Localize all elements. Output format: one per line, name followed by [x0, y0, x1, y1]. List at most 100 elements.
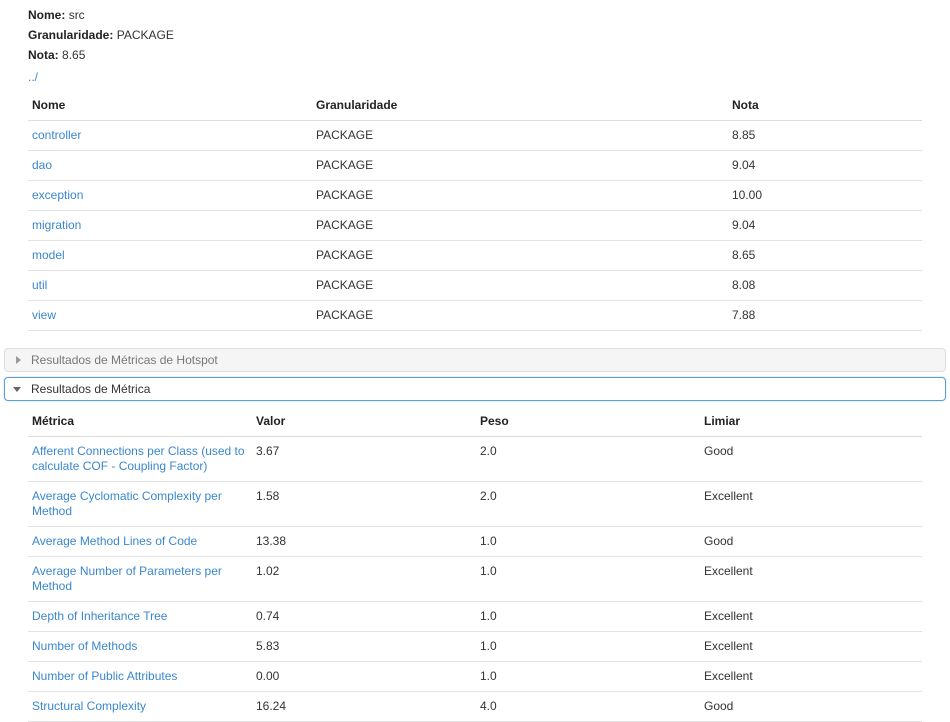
files-table-container: Nome Granularidade Nota controller PACKA… [28, 95, 922, 331]
files-cell-nota: 9.04 [728, 210, 922, 241]
summary-value-nota: 8.65 [62, 48, 86, 62]
metrics-cell-valor: 0.00 [252, 661, 476, 692]
metrics-cell-peso: 1.0 [476, 601, 700, 632]
parent-directory-link[interactable]: ../ [28, 69, 38, 85]
summary-value-granularidade: PACKAGE [116, 28, 174, 42]
metric-results-panel-title: Resultados de Métrica [31, 382, 151, 396]
triangle-down-icon [13, 384, 23, 394]
metrics-cell-valor: 0.74 [252, 601, 476, 632]
metrics-table-body: Afferent Connections per Class (used to … [28, 436, 922, 722]
table-row: Depth of Inheritance Tree 0.74 1.0 Excel… [28, 601, 922, 632]
package-link[interactable]: util [32, 278, 47, 292]
hotspot-metrics-panel-title: Resultados de Métricas de Hotspot [31, 353, 218, 367]
files-cell-nota: 7.88 [728, 300, 922, 331]
results-accordion: Resultados de Métricas de Hotspot Result… [4, 348, 946, 401]
package-link[interactable]: exception [32, 188, 83, 202]
status-badge: Excellent [700, 601, 922, 632]
status-badge: Excellent [700, 661, 922, 692]
files-col-header-granularidade: Granularidade [312, 95, 728, 121]
files-table-header-row: Nome Granularidade Nota [28, 95, 922, 121]
files-cell-nota: 10.00 [728, 180, 922, 211]
metrics-cell-metrica: Average Method Lines of Code [28, 526, 252, 557]
files-cell-nota: 8.65 [728, 240, 922, 271]
table-row: Average Method Lines of Code 13.38 1.0 G… [28, 526, 922, 557]
metric-link[interactable]: Structural Complexity [32, 699, 146, 713]
files-cell-nome: exception [28, 180, 312, 211]
table-row: dao PACKAGE 9.04 [28, 150, 922, 181]
files-cell-nome: dao [28, 150, 312, 181]
metrics-cell-peso: 2.0 [476, 436, 700, 482]
package-link[interactable]: dao [32, 158, 52, 172]
metric-link[interactable]: Number of Public Attributes [32, 669, 177, 683]
metrics-cell-valor: 1.58 [252, 481, 476, 527]
package-link[interactable]: view [32, 308, 56, 322]
table-row: Average Number of Parameters per Method … [28, 556, 922, 602]
metrics-cell-metrica: Afferent Connections per Class (used to … [28, 436, 252, 482]
summary-field-granularidade: Granularidade: PACKAGE [28, 26, 950, 45]
metrics-col-header-valor: Valor [252, 411, 476, 437]
metrics-cell-metrica: Average Cyclomatic Complexity per Method [28, 481, 252, 527]
metrics-cell-valor: 5.83 [252, 631, 476, 662]
table-row: Afferent Connections per Class (used to … [28, 436, 922, 482]
table-row: Structural Complexity 16.24 4.0 Good [28, 691, 922, 722]
page-root: Nome: src Granularidade: PACKAGE Nota: 8… [0, 0, 950, 722]
summary-field-nome: Nome: src [28, 6, 950, 25]
entity-summary: Nome: src Granularidade: PACKAGE Nota: 8… [0, 0, 950, 85]
files-cell-granularidade: PACKAGE [312, 180, 728, 211]
summary-value-nome: src [68, 8, 85, 22]
metrics-cell-peso: 1.0 [476, 661, 700, 692]
metrics-cell-metrica: Number of Methods [28, 631, 252, 662]
table-row: util PACKAGE 8.08 [28, 270, 922, 301]
table-row: view PACKAGE 7.88 [28, 300, 922, 331]
summary-field-nota: Nota: 8.65 [28, 46, 950, 65]
metric-link[interactable]: Average Cyclomatic Complexity per Method [32, 489, 222, 518]
metrics-col-header-limiar: Limiar [700, 411, 922, 437]
metric-link[interactable]: Depth of Inheritance Tree [32, 609, 167, 623]
hotspot-metrics-panel[interactable]: Resultados de Métricas de Hotspot [4, 348, 946, 372]
files-table-head: Nome Granularidade Nota [28, 95, 922, 121]
table-row: Average Cyclomatic Complexity per Method… [28, 481, 922, 527]
files-col-header-nome: Nome [28, 95, 312, 121]
package-link[interactable]: migration [32, 218, 81, 232]
files-cell-nome: controller [28, 120, 312, 151]
package-link[interactable]: model [32, 248, 65, 262]
files-cell-granularidade: PACKAGE [312, 150, 728, 181]
metrics-col-header-peso: Peso [476, 411, 700, 437]
files-cell-granularidade: PACKAGE [312, 240, 728, 271]
files-cell-nome: model [28, 240, 312, 271]
files-cell-granularidade: PACKAGE [312, 120, 728, 151]
metrics-cell-metrica: Average Number of Parameters per Method [28, 556, 252, 602]
summary-label-nome: Nome: [28, 8, 66, 22]
metrics-cell-metrica: Structural Complexity [28, 691, 252, 722]
package-link[interactable]: controller [32, 128, 81, 142]
metrics-cell-metrica: Depth of Inheritance Tree [28, 601, 252, 632]
metrics-cell-peso: 1.0 [476, 526, 700, 557]
status-badge: Good [700, 691, 922, 722]
status-badge: Excellent [700, 631, 922, 662]
files-col-header-nota: Nota [728, 95, 922, 121]
status-badge: Good [700, 436, 922, 482]
metrics-cell-peso: 1.0 [476, 631, 700, 662]
files-cell-nome: util [28, 270, 312, 301]
summary-label-nota: Nota: [28, 48, 59, 62]
table-row: Number of Public Attributes 0.00 1.0 Exc… [28, 661, 922, 692]
metrics-cell-peso: 2.0 [476, 481, 700, 527]
metrics-col-header-metrica: Métrica [28, 411, 252, 437]
table-row: model PACKAGE 8.65 [28, 240, 922, 271]
metric-link[interactable]: Afferent Connections per Class (used to … [32, 444, 245, 473]
hotspot-metrics-panel-header[interactable]: Resultados de Métricas de Hotspot [5, 349, 945, 371]
metrics-table-container: Métrica Valor Peso Limiar Afferent Conne… [28, 411, 922, 722]
metrics-table-header-row: Métrica Valor Peso Limiar [28, 411, 922, 437]
metrics-cell-valor: 16.24 [252, 691, 476, 722]
metrics-table-head: Métrica Valor Peso Limiar [28, 411, 922, 437]
files-cell-nome: view [28, 300, 312, 331]
status-badge: Good [700, 526, 922, 557]
metric-link[interactable]: Average Method Lines of Code [32, 534, 197, 548]
files-cell-nota: 8.08 [728, 270, 922, 301]
files-cell-granularidade: PACKAGE [312, 210, 728, 241]
metric-link[interactable]: Number of Methods [32, 639, 137, 653]
summary-label-granularidade: Granularidade: [28, 28, 114, 42]
metric-results-panel[interactable]: Resultados de Métrica [4, 377, 946, 401]
metric-link[interactable]: Average Number of Parameters per Method [32, 564, 222, 593]
metric-results-panel-header[interactable]: Resultados de Métrica [5, 378, 945, 400]
